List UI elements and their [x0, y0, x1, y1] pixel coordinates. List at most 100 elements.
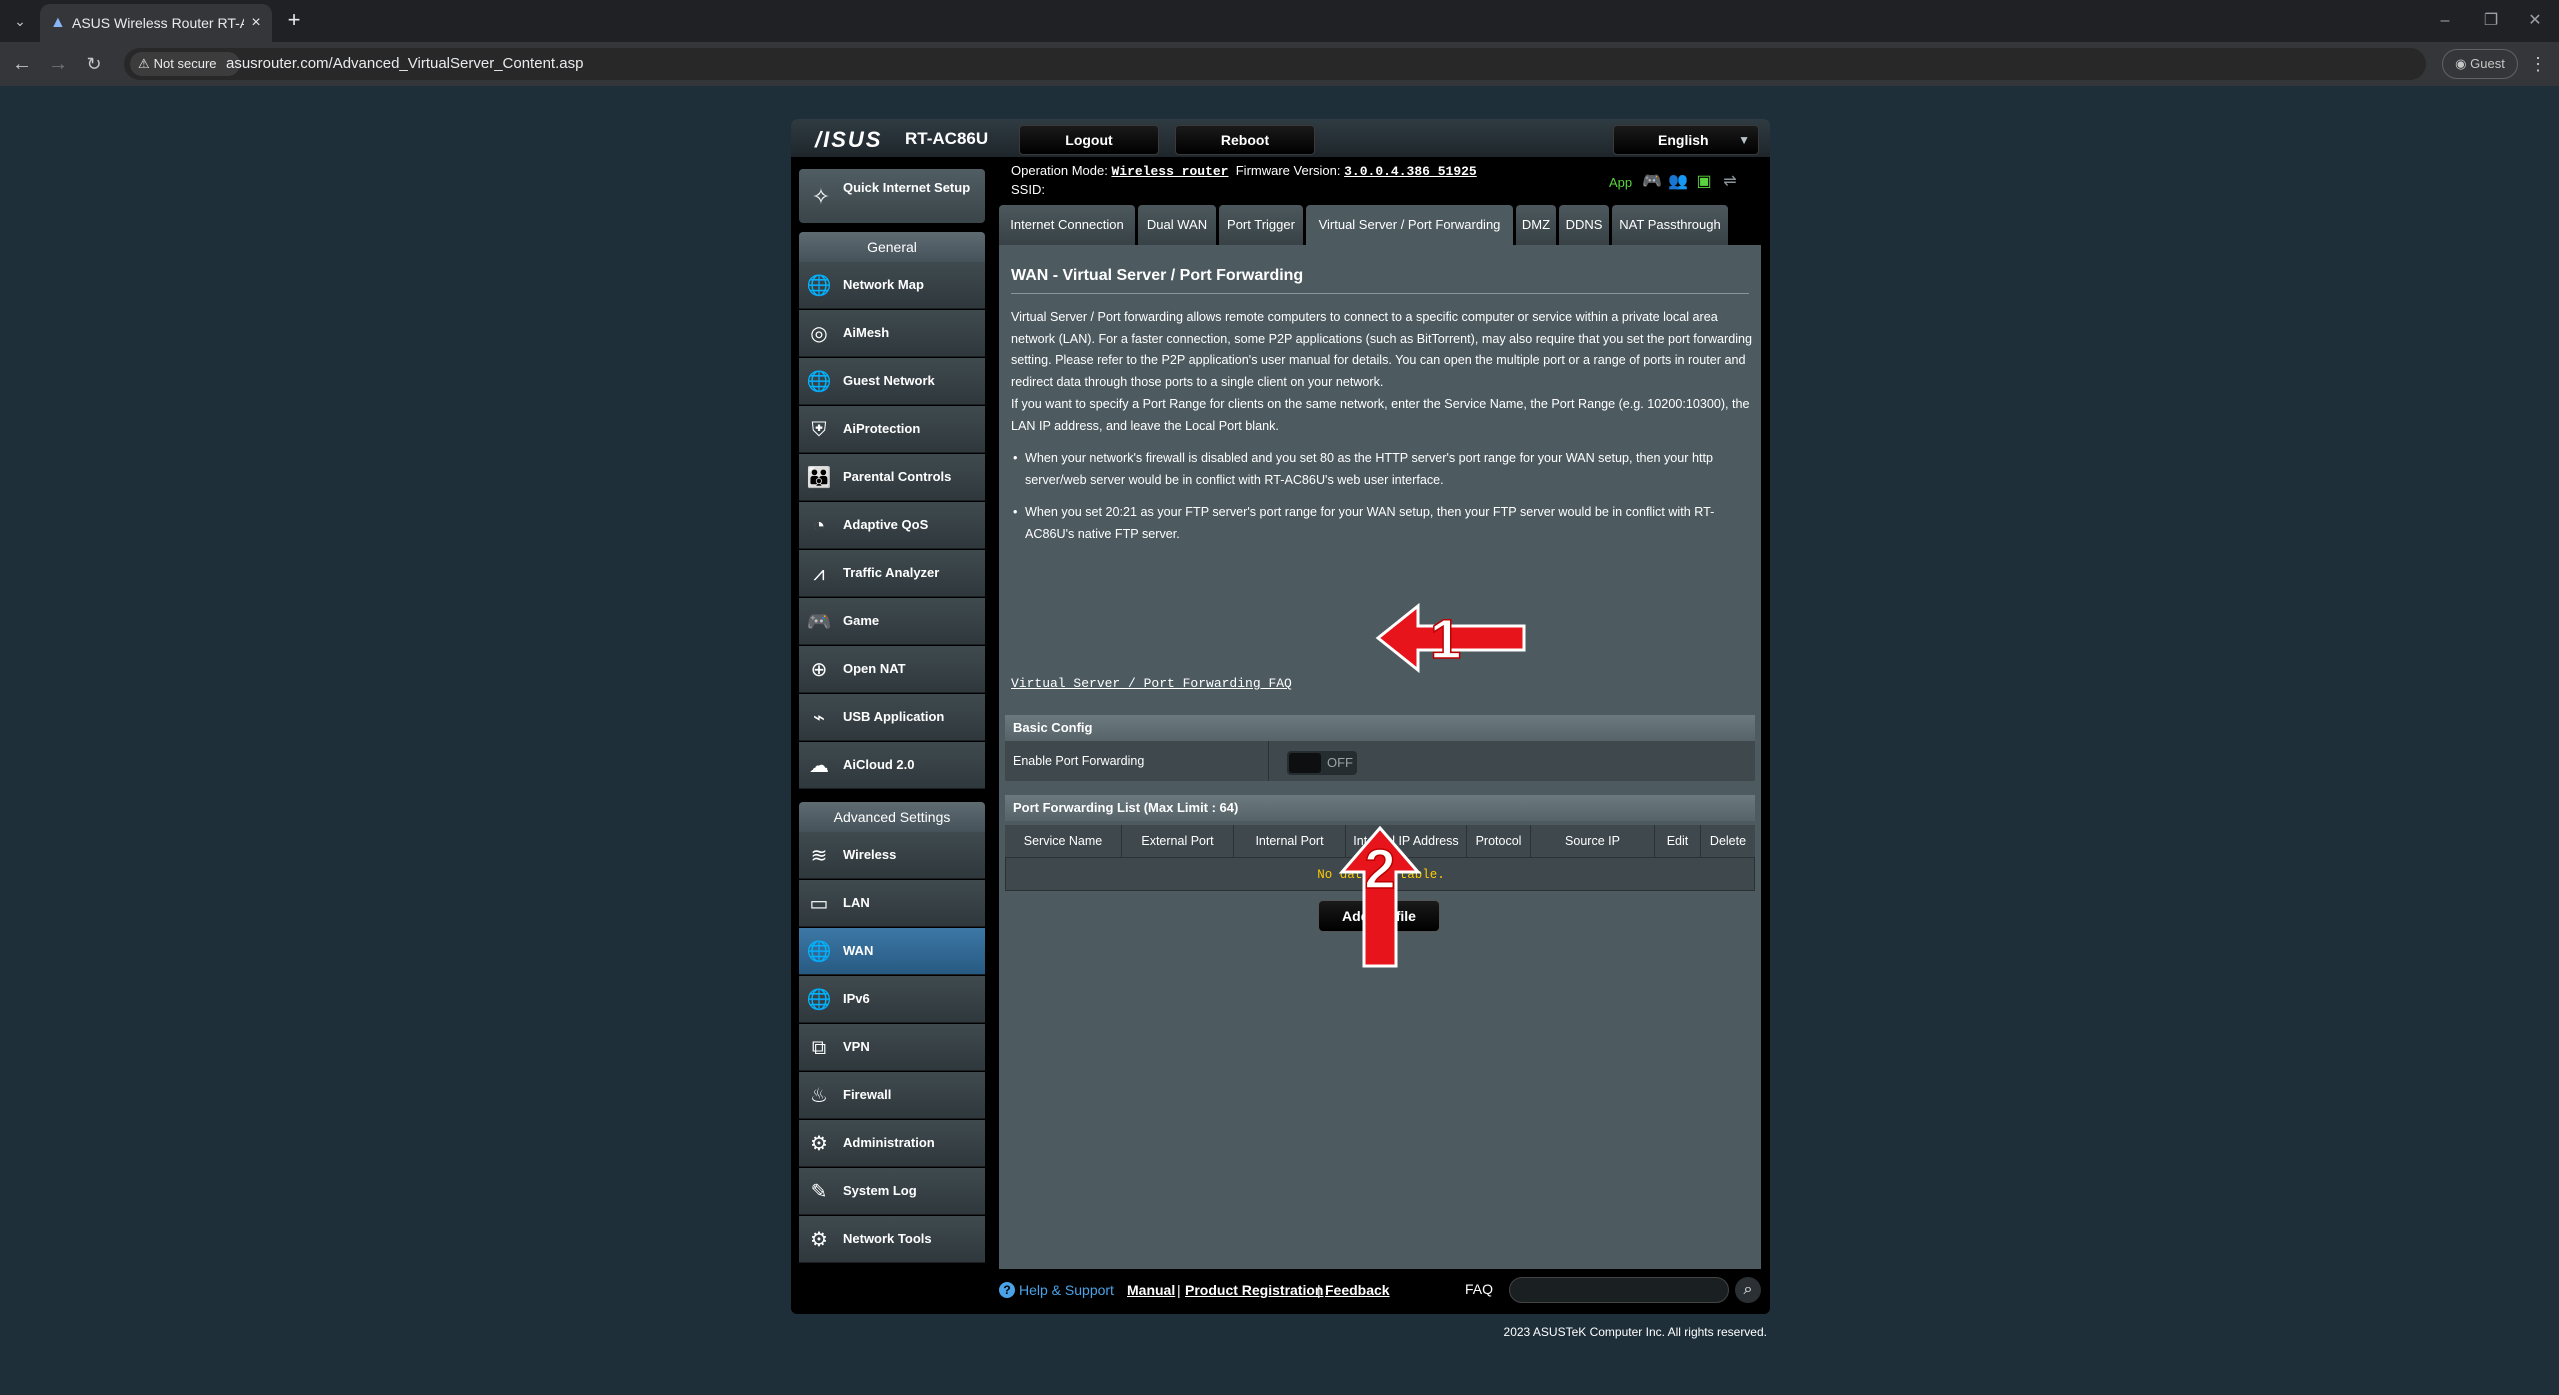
firmware-label: Firmware Version: [1235, 163, 1341, 178]
logout-button[interactable]: Logout [1019, 125, 1159, 155]
forward-icon[interactable]: → [44, 50, 72, 78]
basic-config-heading: Basic Config [1005, 715, 1755, 741]
wan-tabs: Internet Connection Dual WAN Port Trigge… [999, 205, 1769, 245]
help-support-link[interactable]: Help & Support [1019, 1282, 1114, 1298]
col-edit: Edit [1655, 825, 1701, 857]
sidebar-item-open-nat[interactable]: ⊕ Open NAT [799, 646, 985, 693]
chevron-down-icon: ▼ [1738, 133, 1750, 147]
sidebar-item-wireless[interactable]: ≋ Wireless [799, 832, 985, 879]
port-forwarding-faq-link[interactable]: Virtual Server / Port Forwarding FAQ [1011, 676, 1292, 691]
sidebar-item-game[interactable]: 🎮 Game [799, 598, 985, 645]
sidebar-item-label: AiMesh [843, 325, 890, 340]
app-link[interactable]: App [1609, 175, 1632, 190]
browser-tabstrip: ⌄ ▲ ASUS Wireless Router RT-AC86U × + – … [0, 0, 2559, 42]
col-protocol: Protocol [1467, 825, 1531, 857]
sidebar-item-parental-controls[interactable]: 👪 Parental Controls [799, 454, 985, 501]
col-source-ip: Source IP [1531, 825, 1655, 857]
operation-mode-link[interactable]: Wireless router [1111, 164, 1228, 179]
language-select[interactable]: English ▼ [1613, 125, 1759, 155]
sidebar-item-ipv6[interactable]: 🌐 IPv6 [799, 976, 985, 1023]
sidebar-item-lan[interactable]: ▭ LAN [799, 880, 985, 927]
back-icon[interactable]: ← [8, 50, 36, 78]
sidebar-item-label: Game [843, 613, 880, 628]
page-title: WAN - Virtual Server / Port Forwarding [1011, 267, 1304, 284]
tab-search-icon[interactable]: ⌄ [8, 9, 32, 33]
guest-network-icon: 🌐 [806, 371, 832, 393]
reboot-button[interactable]: Reboot [1175, 125, 1315, 155]
usb-status-icon[interactable]: ⇌ [1719, 172, 1741, 192]
quick-internet-setup[interactable]: ✧ Quick Internet Setup [799, 169, 985, 223]
sidebar-item-firewall[interactable]: ♨ Firewall [799, 1072, 985, 1119]
sidebar-item-administration[interactable]: ⚙ Administration [799, 1120, 985, 1167]
minimize-icon[interactable]: – [2430, 8, 2460, 34]
reload-icon[interactable]: ↻ [80, 50, 108, 78]
tab-ddns[interactable]: DDNS [1559, 205, 1609, 245]
url-text[interactable]: asusrouter.com/Advanced_VirtualServer_Co… [226, 55, 583, 72]
port-forwarding-toggle[interactable]: OFF [1287, 751, 1357, 775]
tab-port-trigger[interactable]: Port Trigger [1219, 205, 1303, 245]
feedback-link[interactable]: Feedback [1325, 1282, 1390, 1298]
ipv6-icon: 🌐 [806, 989, 832, 1011]
sidebar-item-adaptive-qos[interactable]: ◔ Adaptive QoS [799, 502, 985, 549]
product-registration-link[interactable]: Product Registration [1185, 1282, 1323, 1298]
sidebar-item-system-log[interactable]: ✎ System Log [799, 1168, 985, 1215]
security-chip[interactable]: ⚠ Not secure [130, 52, 240, 76]
tab-nat-passthrough[interactable]: NAT Passthrough [1612, 205, 1728, 245]
header-banner: /ISUS RT-AC86U Logout Reboot English ▼ [791, 119, 1770, 157]
tab-dmz[interactable]: DMZ [1516, 205, 1556, 245]
new-tab-icon[interactable]: + [282, 9, 306, 33]
gamepad-status-icon[interactable]: 🎮 [1641, 172, 1663, 192]
port-forwarding-list-heading: Port Forwarding List (Max Limit : 64) [1005, 795, 1755, 821]
firmware-link[interactable]: 3.0.0.4.386_51925 [1344, 164, 1477, 179]
info-bar: Operation Mode: Wireless router Firmware… [1011, 163, 1761, 201]
col-external-port: External Port [1122, 825, 1234, 857]
tab-dual-wan[interactable]: Dual WAN [1138, 205, 1216, 245]
globe-icon: 🌐 [806, 941, 832, 963]
tab-internet-connection[interactable]: Internet Connection [999, 205, 1135, 245]
sidebar-item-label: Guest Network [843, 373, 935, 388]
sidebar-item-label: Firewall [843, 1087, 892, 1102]
analyzer-icon: ⩘ [813, 563, 825, 585]
sidebar-item-aimesh[interactable]: ◎ AiMesh [799, 310, 985, 357]
browser-menu-icon[interactable]: ⋮ [2528, 52, 2548, 76]
sidebar-item-traffic-analyzer[interactable]: ⩘ Traffic Analyzer [799, 550, 985, 597]
usb-icon: ⌁ [812, 707, 826, 729]
address-bar[interactable]: ⚠ Not secure asusrouter.com/Advanced_Virt… [124, 48, 2426, 80]
faq-search-input[interactable] [1509, 1277, 1729, 1303]
col-service-name: Service Name [1005, 825, 1122, 857]
sidebar-item-label: Open NAT [843, 661, 906, 676]
sidebar-item-label: IPv6 [843, 991, 870, 1006]
col-internal-port: Internal Port [1234, 825, 1346, 857]
sidebar-item-guest-network[interactable]: 🌐 Guest Network [799, 358, 985, 405]
window-close-icon[interactable]: ✕ [2520, 8, 2550, 34]
gauge-icon: ◔ [812, 515, 826, 537]
asus-logo: /ISUS [815, 127, 883, 152]
gear-icon: ⚙ [810, 1133, 828, 1155]
sidebar-item-label: AiCloud 2.0 [843, 757, 915, 772]
sidebar-item-network-map[interactable]: 🌐 Network Map [799, 262, 985, 309]
tab-close-icon[interactable]: × [246, 13, 266, 33]
network-status-icon[interactable]: ▣ [1693, 172, 1715, 192]
sidebar-item-network-tools[interactable]: ⚙ Network Tools [799, 1216, 985, 1263]
sidebar-item-wan[interactable]: 🌐 WAN [799, 928, 985, 975]
manual-link[interactable]: Manual [1127, 1282, 1175, 1298]
sidebar-item-usb-application[interactable]: ⌁ USB Application [799, 694, 985, 741]
port-range-paragraph: If you want to specify a Port Range for … [1011, 397, 1750, 433]
tab-virtual-server[interactable]: Virtual Server / Port Forwarding [1306, 205, 1513, 245]
tools-icon: ⚙ [810, 1229, 828, 1251]
advanced-settings-heading: Advanced Settings [799, 802, 985, 832]
browser-tab[interactable]: ▲ ASUS Wireless Router RT-AC86U × [40, 4, 272, 42]
sidebar-item-aicloud[interactable]: ☁ AiCloud 2.0 [799, 742, 985, 789]
annotation-step-2: 2 [1364, 837, 1395, 900]
footer: ? Help & Support Manual | Product Regist… [999, 1275, 1769, 1307]
clients-status-icon[interactable]: 👥 [1667, 172, 1689, 192]
sidebar-item-label: LAN [843, 895, 870, 910]
search-icon[interactable]: ⌕ [1735, 1277, 1761, 1303]
sidebar-item-vpn[interactable]: ⧉ VPN [799, 1024, 985, 1071]
note-text: When your network's firewall is disabled… [1025, 451, 1713, 487]
profile-button[interactable]: ◉ Guest [2442, 49, 2518, 79]
restore-icon[interactable]: ❐ [2476, 8, 2506, 34]
enable-port-forwarding-row: Enable Port Forwarding OFF [1005, 741, 1755, 781]
toggle-knob [1289, 753, 1321, 773]
sidebar-item-aiprotection[interactable]: ⛨ AiProtection [799, 406, 985, 453]
